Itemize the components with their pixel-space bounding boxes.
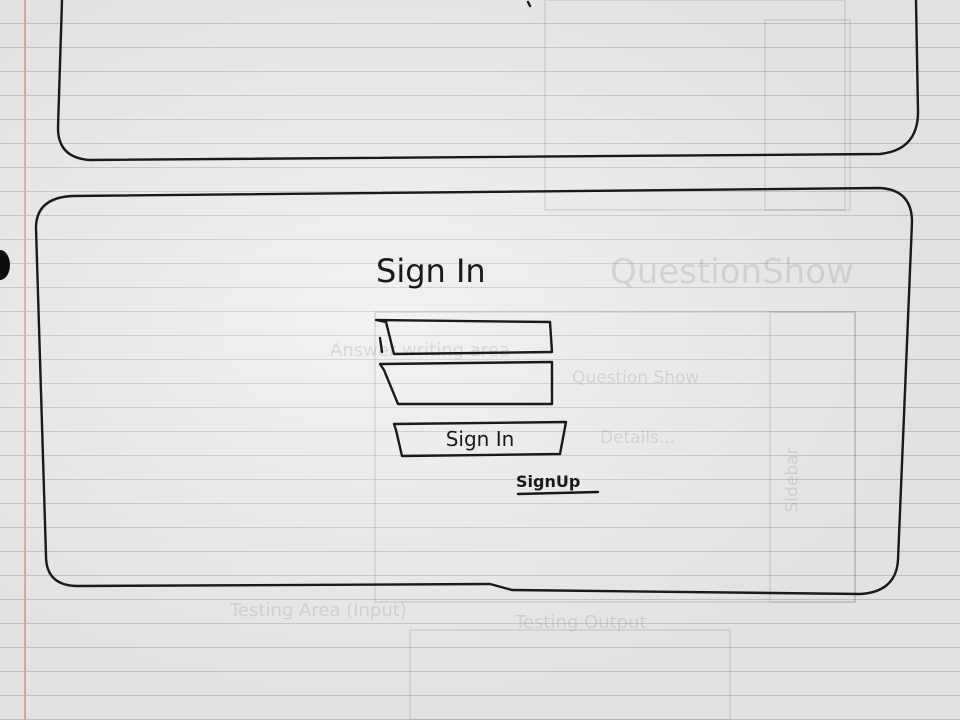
notebook-page: { "sketch": { "title": "Sign In", "usern… (0, 0, 960, 720)
signin-title: Sign In (376, 252, 486, 290)
wireframe-sketch (34, 0, 920, 596)
top-panel-mark (526, 0, 532, 8)
password-field[interactable] (390, 368, 546, 400)
signin-button[interactable]: Sign In (400, 425, 560, 453)
top-panel-outline (56, 0, 920, 162)
signup-link[interactable]: SignUp (516, 472, 580, 491)
username-field[interactable] (386, 324, 544, 350)
signup-underline (516, 490, 600, 496)
